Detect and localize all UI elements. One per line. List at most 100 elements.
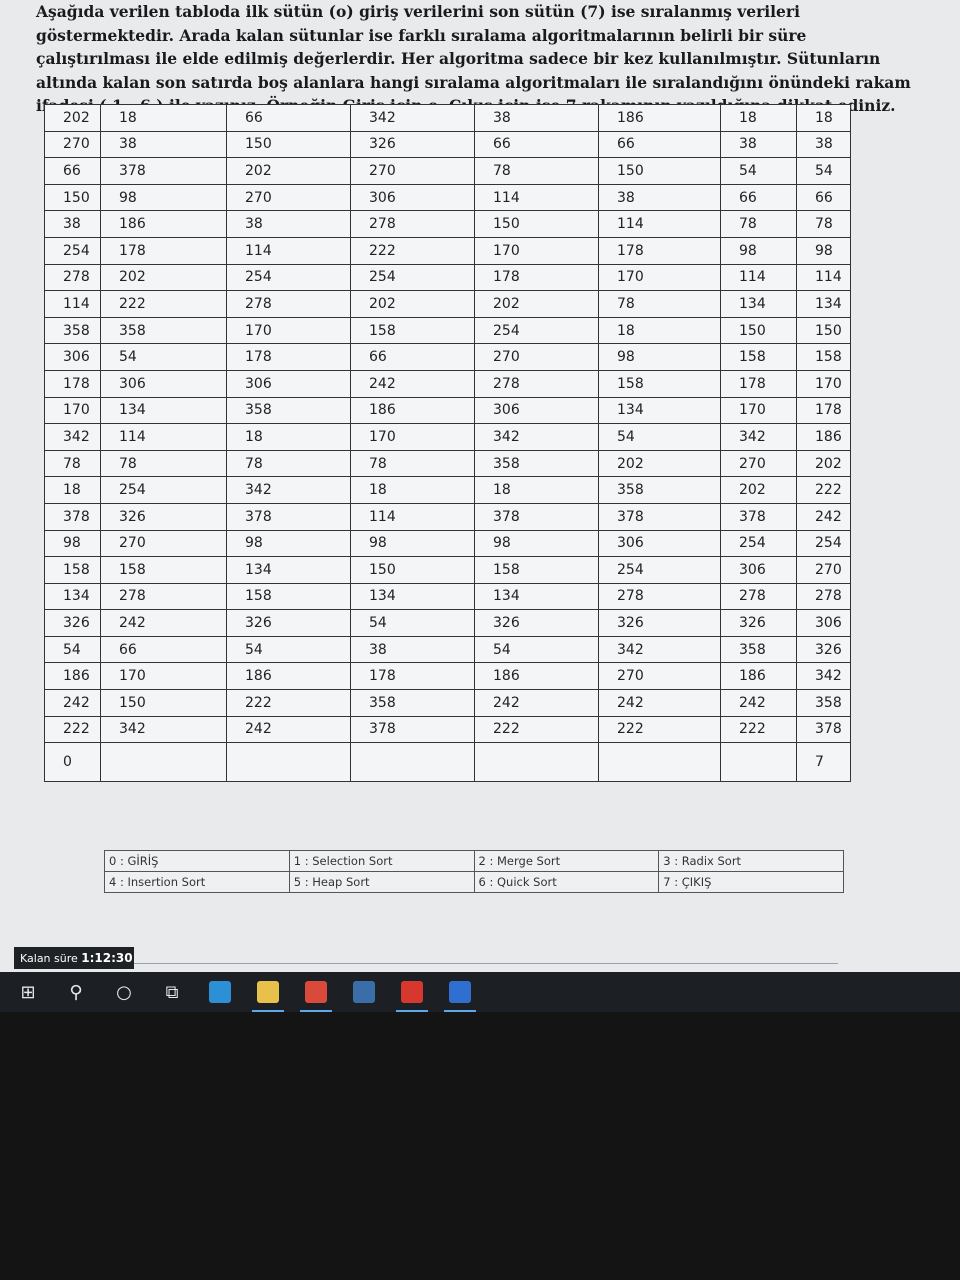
table-cell: 18 xyxy=(100,104,227,132)
table-cell: 114 xyxy=(350,502,475,531)
chrome-icon[interactable] xyxy=(296,974,336,1012)
table-cell: 186 xyxy=(474,662,599,691)
table-cell: 358 xyxy=(44,316,101,345)
table-cell: 54 xyxy=(226,635,351,664)
table-cell: 242 xyxy=(474,689,599,717)
table-cell: 54 xyxy=(44,635,101,664)
instructions-text: Aşağıda verilen tabloda ilk sütün (o) gi… xyxy=(36,2,911,115)
table-row: 222 342 242 378 222 222 222 378 xyxy=(44,715,851,744)
table-cell: 342 xyxy=(796,662,851,691)
windows-start-icon[interactable]: ⊞ xyxy=(8,974,48,1010)
steam-icon[interactable] xyxy=(344,974,384,1010)
table-cell: 186 xyxy=(100,210,227,238)
table-cell: 158 xyxy=(720,343,797,371)
table-cell: 78 xyxy=(44,449,101,478)
table-cell: 378 xyxy=(474,502,599,531)
cortana-icon[interactable]: ○ xyxy=(104,974,144,1010)
table-cell: 278 xyxy=(474,369,599,398)
table-cell: 38 xyxy=(720,130,797,159)
screen: Aşağıda verilen tabloda ilk sütün (o) gi… xyxy=(0,0,960,1005)
table-cell: 278 xyxy=(598,582,721,611)
answer-cell[interactable] xyxy=(100,742,227,783)
file-explorer-icon[interactable] xyxy=(248,974,288,1012)
app-icon[interactable] xyxy=(440,974,480,1012)
table-row: 150 98 270 306 114 38 66 66 xyxy=(44,183,851,212)
table-cell: 254 xyxy=(44,236,101,265)
table-cell: 98 xyxy=(720,236,797,265)
table-cell: 38 xyxy=(474,104,599,132)
table-cell: 270 xyxy=(350,157,475,185)
table-cell: 202 xyxy=(350,290,475,318)
table-cell: 326 xyxy=(474,609,599,637)
table-cell: 114 xyxy=(474,183,599,212)
table-cell: 38 xyxy=(796,130,851,159)
table-cell: 270 xyxy=(598,662,721,691)
table-cell: 358 xyxy=(598,476,721,504)
table-cell: 342 xyxy=(598,635,721,664)
table-cell: 18 xyxy=(720,104,797,132)
answer-cell[interactable] xyxy=(598,742,721,783)
table-cell: 78 xyxy=(796,210,851,238)
chrome-tile xyxy=(305,981,327,1003)
table-cell: 222 xyxy=(720,715,797,744)
timer-progress-line xyxy=(134,963,838,964)
table-cell: 98 xyxy=(474,529,599,558)
table-cell: 202 xyxy=(100,263,227,292)
table-cell: 242 xyxy=(720,689,797,717)
table-cell: 66 xyxy=(598,130,721,159)
table-row: 202 18 66 342 38 186 18 18 xyxy=(44,104,851,132)
table-cell: 254 xyxy=(598,556,721,584)
search-icon[interactable]: ⚲ xyxy=(56,974,96,1010)
legend-item: 4 : Insertion Sort xyxy=(104,871,290,893)
table-cell: 66 xyxy=(474,130,599,159)
table-cell: 358 xyxy=(226,396,351,425)
table-row: 186 170 186 178 186 270 186 342 xyxy=(44,662,851,691)
table-cell: 78 xyxy=(226,449,351,478)
table-cell: 18 xyxy=(796,104,851,132)
answer-cell[interactable] xyxy=(226,742,351,783)
table-cell: 54 xyxy=(598,423,721,451)
table-cell: 358 xyxy=(720,635,797,664)
table-cell: 326 xyxy=(100,502,227,531)
table-cell: 38 xyxy=(44,210,101,238)
table-cell: 222 xyxy=(100,290,227,318)
table-cell: 242 xyxy=(350,369,475,398)
table-cell: 54 xyxy=(474,635,599,664)
table-row: 78 78 78 78 358 202 270 202 xyxy=(44,449,851,478)
table-cell: 78 xyxy=(474,157,599,185)
table-cell: 202 xyxy=(44,104,101,132)
table-cell: 178 xyxy=(796,396,851,425)
answer-cell[interactable] xyxy=(720,742,797,783)
table-cell: 202 xyxy=(598,449,721,478)
table-cell: 170 xyxy=(226,316,351,345)
table-cell: 270 xyxy=(226,183,351,212)
answer-cell: 0 xyxy=(44,742,101,783)
edge-tile xyxy=(209,981,231,1003)
table-cell: 38 xyxy=(598,183,721,212)
answer-cell[interactable] xyxy=(350,742,475,783)
table-cell: 186 xyxy=(598,104,721,132)
legend-item: 2 : Merge Sort xyxy=(473,850,660,872)
answer-cell[interactable] xyxy=(474,742,599,783)
table-cell: 150 xyxy=(796,316,851,345)
table-cell: 270 xyxy=(720,449,797,478)
table-cell: 178 xyxy=(720,369,797,398)
table-cell: 134 xyxy=(796,290,851,318)
remaining-time-value: 1:12:30 xyxy=(81,951,133,965)
table-row: 326 242 326 54 326 326 326 306 xyxy=(44,609,851,637)
table-cell: 326 xyxy=(350,130,475,159)
app-tile xyxy=(449,981,471,1003)
task-view-icon[interactable]: ⧉ xyxy=(152,974,192,1010)
edge-icon[interactable] xyxy=(200,974,240,1010)
table-cell: 242 xyxy=(226,715,351,744)
table-cell: 66 xyxy=(226,104,351,132)
table-cell: 134 xyxy=(598,396,721,425)
table-cell: 54 xyxy=(100,343,227,371)
table-cell: 134 xyxy=(226,556,351,584)
acrobat-icon[interactable] xyxy=(392,974,432,1012)
table-cell: 222 xyxy=(474,715,599,744)
table-cell: 18 xyxy=(44,476,101,504)
legend-item: 6 : Quick Sort xyxy=(473,871,660,893)
table-cell: 326 xyxy=(226,609,351,637)
table-cell: 270 xyxy=(796,556,851,584)
